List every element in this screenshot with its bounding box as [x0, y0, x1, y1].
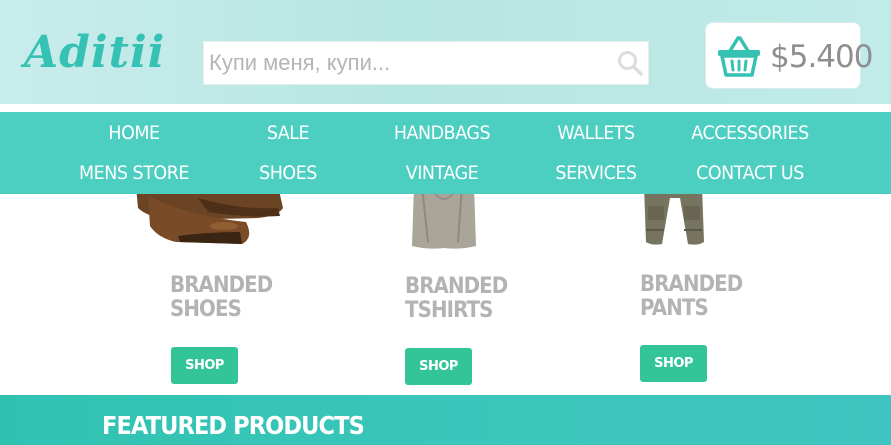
cart-total: $5.400 — [770, 39, 873, 75]
cart-widget[interactable]: $5.400 — [705, 22, 873, 89]
pants-image[interactable] — [640, 186, 708, 248]
nav-handbags[interactable]: HANDBAGS — [364, 119, 520, 147]
nav-mens-store[interactable]: MENS STORE — [56, 159, 212, 187]
search-bar — [203, 41, 649, 85]
shoes-image[interactable] — [128, 186, 288, 248]
shop-tshirts-button[interactable]: SHOP — [405, 348, 472, 385]
nav-wallets[interactable]: WALLETS — [518, 119, 674, 147]
search-icon[interactable] — [616, 49, 644, 77]
nav-services[interactable]: SERVICES — [518, 159, 674, 187]
search-input[interactable] — [204, 42, 608, 84]
nav-home[interactable]: HOME — [56, 119, 212, 147]
shop-pants-button[interactable]: SHOP — [640, 345, 707, 382]
tshirt-image[interactable] — [408, 186, 480, 250]
product-title-shoes: BRANDED SHOES — [170, 273, 273, 322]
nav-contact-us[interactable]: CONTACT US — [672, 159, 828, 187]
featured-products-heading: FEATURED PRODUCTS — [102, 411, 365, 440]
basket-icon — [718, 36, 760, 77]
site-logo[interactable]: Aditii — [24, 24, 165, 82]
nav-vintage[interactable]: VINTAGE — [364, 159, 520, 187]
product-title-tshirts: BRANDED TSHIRTS — [405, 274, 508, 323]
nav-sale[interactable]: SALE — [210, 119, 366, 147]
product-title-pants: BRANDED PANTS — [640, 272, 743, 321]
shop-shoes-button[interactable]: SHOP — [171, 347, 238, 384]
nav-accessories[interactable]: ACCESSORIES — [672, 119, 828, 147]
header-divider — [0, 104, 891, 112]
main-nav: HOME SALE HANDBAGS WALLETS ACCESSORIES M… — [0, 112, 891, 194]
nav-shoes[interactable]: SHOES — [210, 159, 366, 187]
